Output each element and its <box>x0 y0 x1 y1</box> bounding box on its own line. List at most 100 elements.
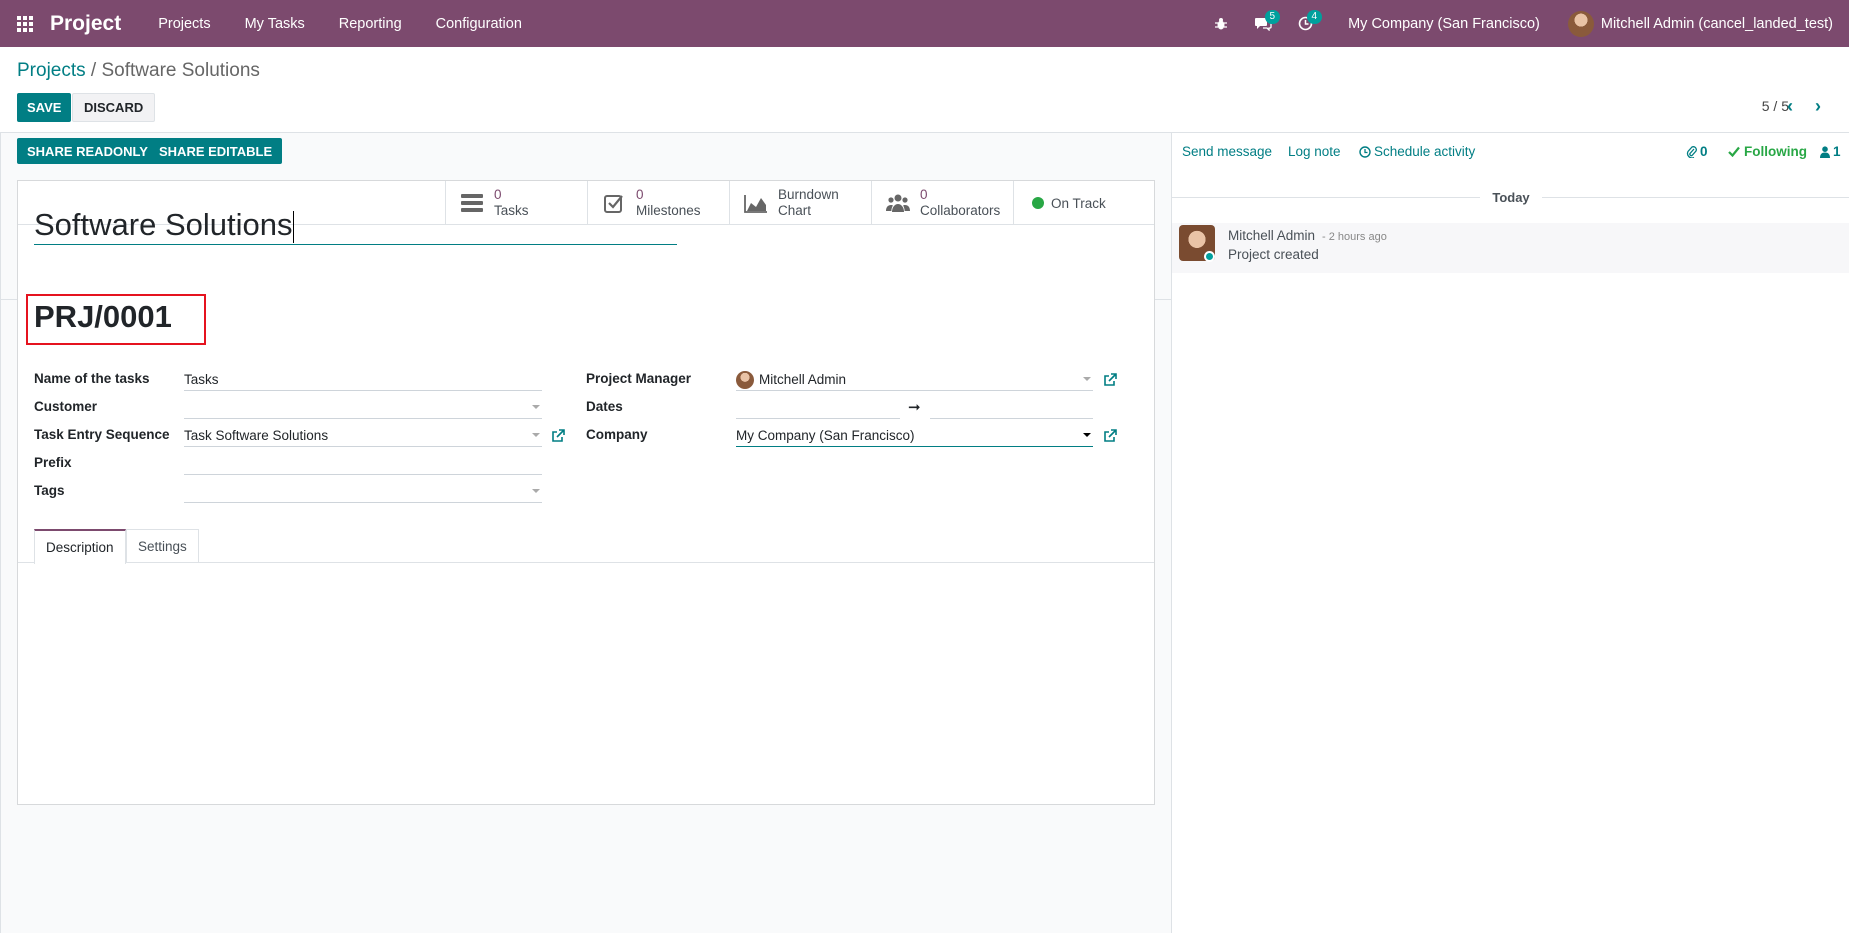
tab-settings[interactable]: Settings <box>126 529 199 563</box>
chatter-panel: Send message Log note Schedule activity … <box>1171 133 1849 933</box>
project-sequence: PRJ/0001 <box>34 299 172 334</box>
manager-avatar <box>736 370 754 389</box>
user-icon <box>1820 145 1830 158</box>
attachments-count: 0 <box>1700 144 1708 159</box>
form-sheet: 0 Tasks 0 Milestones Burndown Chart 0 Co… <box>17 180 1155 805</box>
collaborators-label: Collaborators <box>920 203 1001 218</box>
schedule-activity-label: Schedule activity <box>1374 144 1476 159</box>
pager-previous-icon[interactable]: ‹ <box>1780 93 1800 119</box>
burndown-label-line2: Chart <box>778 203 812 218</box>
project-name-value: Software Solutions <box>34 207 293 242</box>
followers-count: 1 <box>1833 144 1841 159</box>
chevron-down-icon <box>532 433 540 437</box>
collaborators-count: 0 <box>920 187 928 202</box>
project-manager-select[interactable]: Mitchell Admin <box>736 369 1093 391</box>
following-label: Following <box>1744 144 1807 159</box>
customer-label: Customer <box>34 399 98 414</box>
share-editable-button[interactable]: SHARE EDITABLE <box>149 138 283 164</box>
breadcrumb-current: Software Solutions <box>101 60 260 81</box>
menu-my-tasks[interactable]: My Tasks <box>245 16 305 32</box>
breadcrumb-projects-link[interactable]: Projects <box>17 60 86 81</box>
external-link-icon[interactable] <box>1103 429 1117 443</box>
menu-configuration[interactable]: Configuration <box>436 16 522 32</box>
check-icon <box>1728 146 1740 157</box>
task-name-value: Tasks <box>184 372 219 387</box>
task-sequence-select[interactable]: Task Software Solutions <box>184 425 542 447</box>
dates-label: Dates <box>586 399 623 414</box>
text-caret <box>293 211 295 243</box>
message-author[interactable]: Mitchell Admin <box>1228 228 1315 243</box>
chevron-down-icon <box>532 405 540 409</box>
messages-icon[interactable]: 5 <box>1242 0 1284 47</box>
date-end-input[interactable] <box>930 397 1093 419</box>
chevron-down-icon <box>1083 433 1091 437</box>
project-manager-label: Project Manager <box>586 371 692 386</box>
chevron-down-icon <box>1083 377 1091 381</box>
send-message-button[interactable]: Send message <box>1182 144 1272 159</box>
date-range-arrow-icon: ➞ <box>908 399 921 416</box>
collaborators-smart-button[interactable]: 0 Collaborators <box>871 181 1013 225</box>
paperclip-icon <box>1686 146 1697 158</box>
tabs-divider <box>18 562 1154 563</box>
schedule-activity-button[interactable]: Schedule activity <box>1359 144 1475 159</box>
app-brand[interactable]: Project <box>50 12 121 36</box>
menu-projects[interactable]: Projects <box>158 16 210 32</box>
project-status-label: On Track <box>1051 195 1106 211</box>
online-status-icon <box>1204 251 1215 262</box>
chevron-down-icon <box>532 489 540 493</box>
followers-button[interactable]: 1 <box>1820 144 1841 159</box>
company-label: Company <box>586 427 648 442</box>
company-select[interactable]: My Company (San Francisco) <box>736 425 1093 447</box>
task-sequence-label: Task Entry Sequence <box>34 427 170 442</box>
company-switcher[interactable]: My Company (San Francisco) <box>1348 16 1540 32</box>
user-menu[interactable]: Mitchell Admin (cancel_landed_test) <box>1567 10 1833 37</box>
debug-bug-icon[interactable] <box>1200 0 1242 47</box>
date-separator: Today <box>1172 190 1849 205</box>
customer-select[interactable] <box>184 397 542 419</box>
activities-badge: 4 <box>1306 10 1323 24</box>
breadcrumb-separator: / <box>90 60 97 81</box>
message-body: Project created <box>1228 247 1319 262</box>
date-separator-label: Today <box>1492 190 1530 205</box>
chatter-message: Mitchell Admin - 2 hours ago Project cre… <box>1172 223 1849 273</box>
task-sequence-value: Task Software Solutions <box>184 428 329 443</box>
milestones-count: 0 <box>636 187 644 202</box>
save-button[interactable]: SAVE <box>17 93 72 122</box>
tags-select[interactable] <box>184 481 542 503</box>
activities-clock-icon[interactable]: 4 <box>1284 0 1326 47</box>
share-readonly-button[interactable]: SHARE READONLY <box>17 138 158 164</box>
message-date: - 2 hours ago <box>1322 231 1387 243</box>
project-name-input[interactable]: Software Solutions <box>34 205 677 245</box>
top-navbar: Project Projects My Tasks Reporting Conf… <box>0 0 1849 47</box>
company-value: My Company (San Francisco) <box>736 428 915 443</box>
user-name: Mitchell Admin (cancel_landed_test) <box>1600 15 1833 32</box>
burndown-chart-smart-button[interactable]: Burndown Chart <box>729 181 871 225</box>
prefix-label: Prefix <box>34 455 72 470</box>
apps-menu-icon[interactable] <box>0 0 50 47</box>
tasks-count: 0 <box>494 187 502 202</box>
task-name-label: Name of the tasks <box>34 371 150 386</box>
date-start-input[interactable] <box>736 397 900 419</box>
breadcrumb: Projects / Software Solutions <box>17 60 260 82</box>
attachments-button[interactable]: 0 <box>1686 144 1708 159</box>
tab-description[interactable]: Description <box>34 529 126 564</box>
messages-badge: 5 <box>1264 10 1281 24</box>
prefix-input[interactable] <box>184 453 542 475</box>
pager-next-icon[interactable]: › <box>1808 93 1828 119</box>
task-name-input[interactable]: Tasks <box>184 369 542 391</box>
tags-label: Tags <box>34 483 65 498</box>
external-link-icon[interactable] <box>1103 373 1117 387</box>
menu-reporting[interactable]: Reporting <box>339 16 402 32</box>
following-button[interactable]: Following <box>1728 144 1807 159</box>
user-avatar <box>1567 10 1594 37</box>
project-manager-value: Mitchell Admin <box>759 372 847 387</box>
project-status-button[interactable]: On Track <box>1013 181 1154 225</box>
clock-icon <box>1359 145 1371 158</box>
form-view: SHARE READONLY SHARE EDITABLE 0 Tasks 0 <box>0 133 1172 933</box>
log-note-button[interactable]: Log note <box>1288 144 1341 159</box>
external-link-icon[interactable] <box>551 429 565 443</box>
users-icon <box>886 192 910 214</box>
discard-button[interactable]: DISCARD <box>72 93 156 122</box>
burndown-label-line1: Burndown <box>778 187 839 202</box>
status-dot-icon <box>1032 197 1044 209</box>
